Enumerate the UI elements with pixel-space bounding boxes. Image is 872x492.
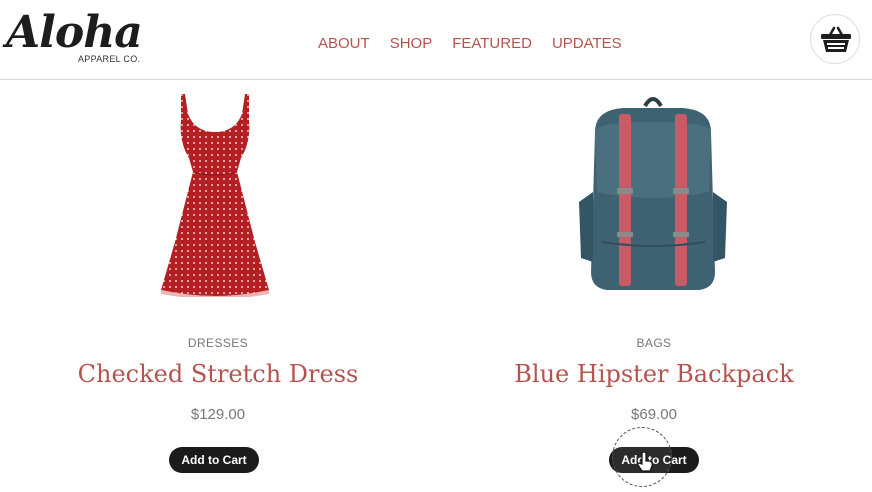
- logo-subtitle: APPAREL CO.: [78, 54, 141, 64]
- add-to-cart-button[interactable]: Add to Cart: [169, 447, 259, 473]
- site-header: Aloha APPAREL CO. ABOUT SHOP FEATURED UP…: [0, 0, 872, 80]
- product-image-dress[interactable]: [155, 92, 275, 297]
- product-title[interactable]: Blue Hipster Backpack: [436, 360, 872, 388]
- brand-logo[interactable]: Aloha APPAREL CO.: [6, 6, 146, 70]
- cart-button[interactable]: [810, 14, 860, 64]
- product-image-backpack[interactable]: [573, 92, 733, 297]
- product-card: BAGS Blue Hipster Backpack $69.00 Add to…: [436, 80, 872, 492]
- logo-script-text: Aloha: [6, 7, 143, 58]
- product-price: $129.00: [190, 406, 246, 423]
- shopping-basket-icon: [821, 26, 851, 52]
- nav-item-updates[interactable]: UPDATES: [552, 35, 622, 55]
- nav-item-featured[interactable]: FEATURED: [452, 35, 532, 55]
- product-title[interactable]: Checked Stretch Dress: [0, 360, 436, 388]
- main-nav: ABOUT SHOP FEATURED UPDATES: [318, 35, 622, 55]
- product-price: $69.00: [631, 406, 677, 423]
- add-to-cart-button[interactable]: Add to Cart: [609, 447, 699, 473]
- nav-item-shop[interactable]: SHOP: [390, 35, 433, 55]
- nav-item-about[interactable]: ABOUT: [318, 35, 370, 55]
- product-card: DRESSES Checked Stretch Dress $129.00 Ad…: [0, 80, 436, 492]
- product-category: BAGS: [636, 336, 672, 350]
- product-category: DRESSES: [187, 336, 249, 350]
